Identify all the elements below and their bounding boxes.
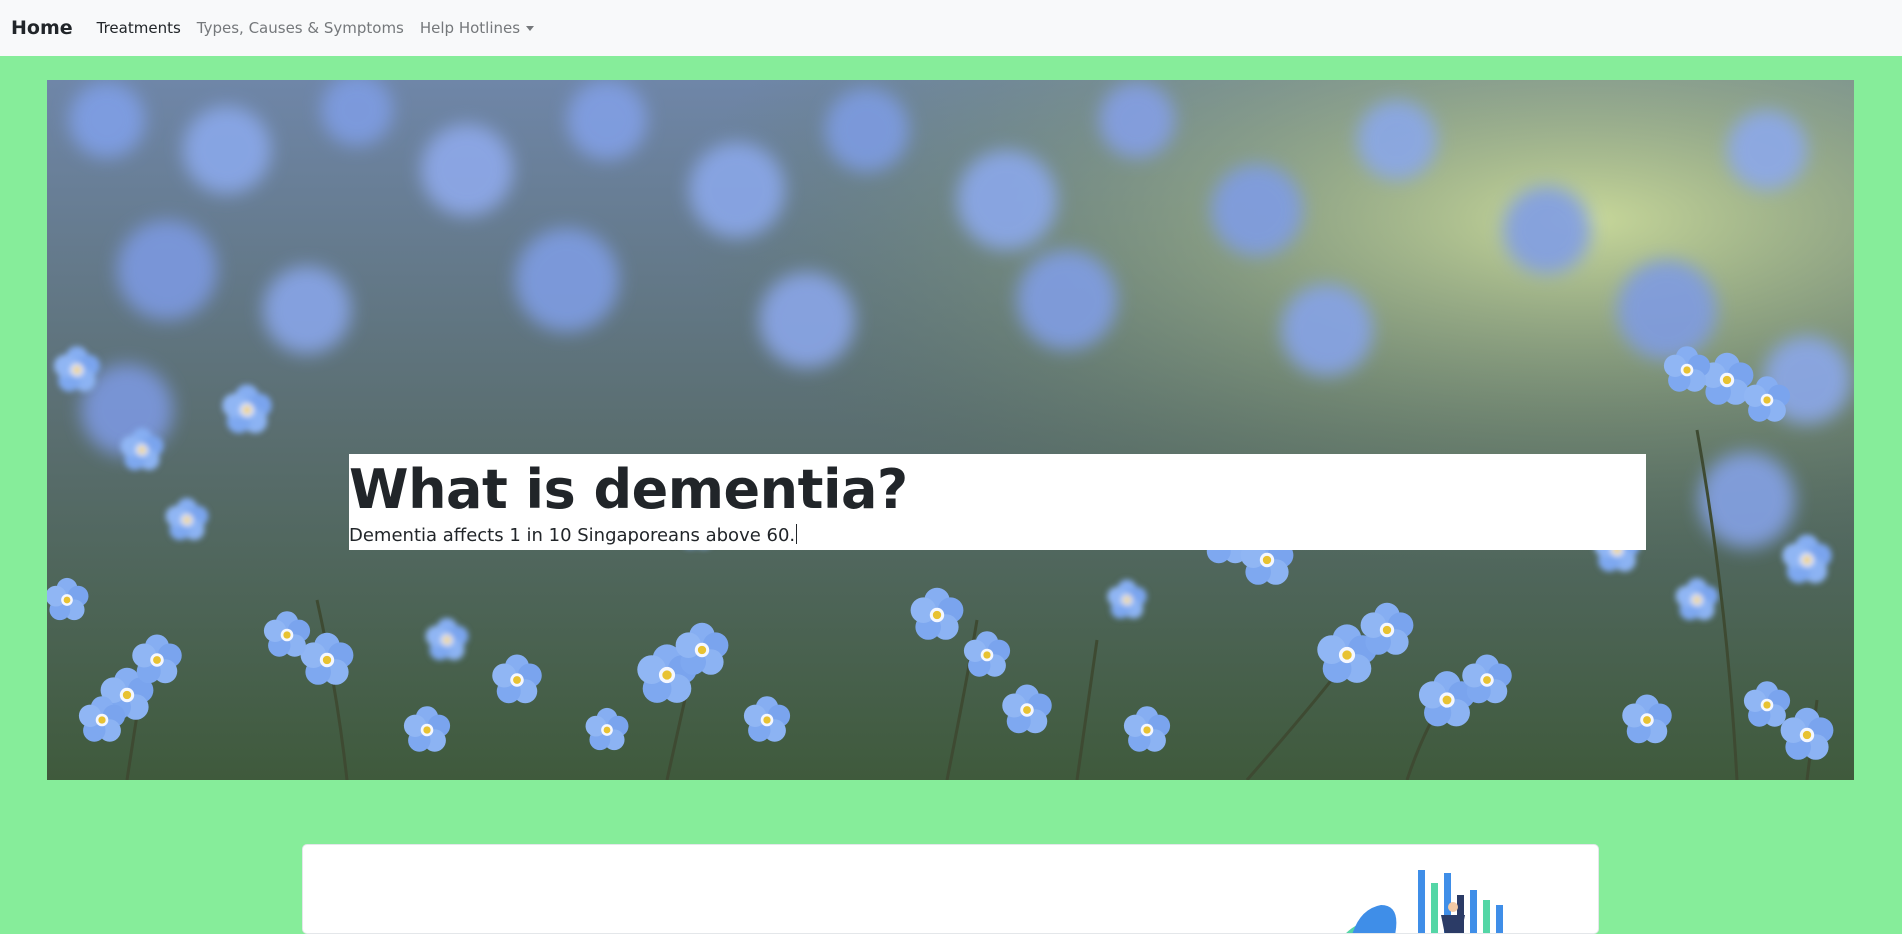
hero-subtitle-text: Dementia affects 1 in 10 Singaporeans ab… bbox=[349, 525, 796, 546]
hero-heading-box: What is dementia? Dementia affects 1 in … bbox=[349, 454, 1646, 550]
hero-banner: What is dementia? Dementia affects 1 in … bbox=[47, 80, 1854, 780]
page-title: What is dementia? bbox=[349, 458, 908, 521]
nav-help-hotlines-dropdown[interactable]: Help Hotlines bbox=[419, 19, 535, 37]
hero-subtitle: Dementia affects 1 in 10 Singaporeans ab… bbox=[349, 524, 798, 547]
top-navbar: Home Treatments Types, Causes & Symptoms… bbox=[0, 0, 1902, 56]
home-link[interactable]: Home bbox=[11, 17, 73, 39]
nav-help-hotlines-label: Help Hotlines bbox=[419, 19, 521, 37]
content-card bbox=[302, 844, 1599, 934]
text-caret bbox=[796, 524, 798, 544]
chart-illustration-icon bbox=[1346, 870, 1503, 933]
nav-treatments[interactable]: Treatments bbox=[97, 19, 181, 37]
forget-me-not-flowers-image bbox=[47, 80, 1854, 780]
dropdown-caret-icon bbox=[526, 25, 535, 31]
nav-types-causes-symptoms[interactable]: Types, Causes & Symptoms bbox=[197, 19, 404, 37]
